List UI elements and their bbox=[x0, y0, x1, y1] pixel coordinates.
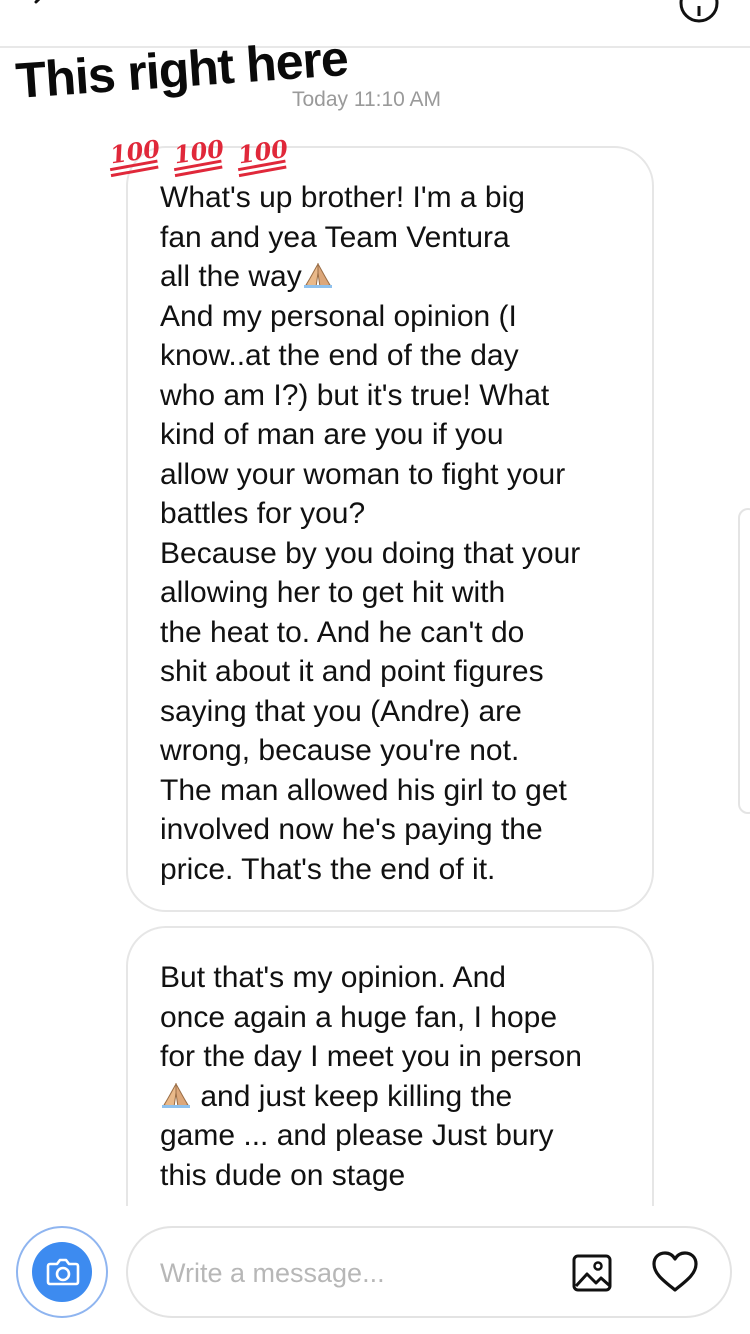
folded-hands-emoji bbox=[303, 263, 332, 288]
message-line: What's up brother! I'm a big bbox=[160, 181, 525, 214]
adjacent-panel-edge bbox=[738, 508, 750, 814]
message-line: for the day I meet you in person bbox=[160, 1040, 582, 1073]
message-line: The man allowed his girl to get bbox=[160, 773, 567, 807]
message-line: involved now he's paying the bbox=[160, 813, 543, 846]
message-text: What's up brother! I'm a big fan and yea… bbox=[160, 178, 634, 889]
heart-icon[interactable] bbox=[650, 1250, 700, 1294]
folded-hands-emoji bbox=[162, 1082, 190, 1108]
message-line: know..at the end of the day bbox=[160, 339, 519, 372]
message-bubble[interactable]: What's up brother! I'm a big fan and yea… bbox=[126, 146, 654, 912]
top-bar bbox=[0, 0, 750, 48]
message-line: and just keep killing the bbox=[160, 1077, 634, 1117]
message-line: shit about it and point figures bbox=[160, 655, 544, 688]
message-line: kind of man are you if you bbox=[160, 418, 504, 451]
message-line: this dude on stage bbox=[160, 1158, 406, 1192]
hundred-points-emoji-row: 100 100 100 bbox=[108, 136, 290, 178]
100-emoji: 100 bbox=[172, 136, 226, 178]
image-gallery-icon[interactable] bbox=[570, 1250, 616, 1294]
message-text: But that's my opinion. And once again a … bbox=[160, 958, 634, 1195]
chevron-left-icon[interactable] bbox=[26, 0, 62, 14]
message-line: price. That's the end of it. bbox=[160, 852, 496, 886]
message-line: allowing her to get hit with bbox=[160, 576, 506, 609]
message-input[interactable] bbox=[158, 1250, 552, 1296]
camera-button-fill bbox=[32, 1242, 92, 1302]
message-line: Because by you doing that your bbox=[160, 536, 581, 570]
message-line: wrong, because you're not. bbox=[160, 734, 520, 767]
message-composer bbox=[126, 1226, 732, 1318]
message-timestamp: Today 11:10 AM bbox=[292, 88, 442, 111]
camera-button[interactable] bbox=[16, 1226, 108, 1318]
info-circle-icon[interactable] bbox=[678, 0, 720, 24]
message-line: And my personal opinion (I bbox=[160, 299, 517, 333]
message-line: once again a huge fan, I hope bbox=[160, 1000, 558, 1034]
message-line: the heat to. And he can't do bbox=[160, 615, 525, 649]
message-line: allow your woman to fight your bbox=[160, 457, 566, 491]
message-line: all the way bbox=[160, 257, 634, 297]
100-emoji: 100 bbox=[108, 136, 162, 178]
message-line: fan and yea Team Ventura bbox=[160, 220, 510, 254]
message-line: battles for you? bbox=[160, 497, 366, 530]
message-bubble[interactable]: But that's my opinion. And once again a … bbox=[126, 926, 654, 1226]
message-line: game ... and please Just bury bbox=[160, 1119, 554, 1152]
message-line: saying that you (Andre) are bbox=[160, 694, 522, 728]
100-emoji: 100 bbox=[236, 136, 290, 178]
camera-icon bbox=[46, 1258, 80, 1286]
message-line: who am I?) but it's true! What bbox=[160, 378, 550, 412]
message-line: But that's my opinion. And bbox=[160, 961, 506, 994]
